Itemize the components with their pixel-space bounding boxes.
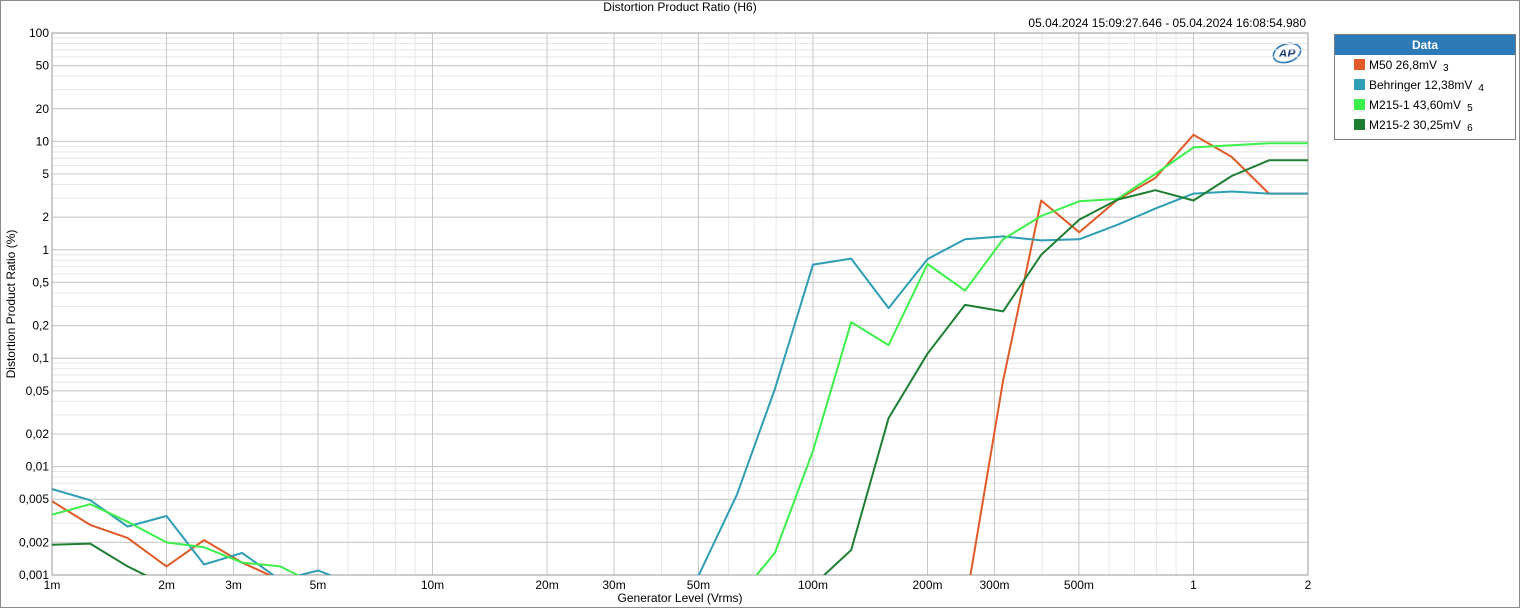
legend-index-m215-1: 5 [1467, 103, 1473, 114]
legend-swatch-m215-2 [1354, 119, 1365, 130]
legend-index-m50: 3 [1443, 63, 1449, 74]
y-tick-label: 20 [36, 102, 50, 116]
series-line-m50 [52, 133, 1308, 575]
y-tick-label: 0,002 [19, 535, 49, 549]
y-axis-label: Distortion Product Ratio (%) [4, 230, 18, 379]
x-tick-label: 20m [535, 578, 558, 592]
y-tick-label: 1 [42, 243, 49, 257]
legend-item-m50[interactable]: M50 26,8mV 3 [1335, 55, 1515, 75]
y-tick-label: 0,005 [19, 492, 49, 506]
legend-swatch-behringer [1354, 79, 1365, 90]
legend-header: Data [1335, 35, 1515, 55]
y-tick-labels: 100 50 20 10 5 2 1 0,5 0,2 0,1 0,05 0,02 0,01 0,005 0,… [19, 26, 49, 582]
y-tick-label: 0,5 [32, 275, 49, 289]
legend[interactable]: Data M50 26,8mV 3 Behringer 12,38mV 4 M215… [1334, 34, 1516, 140]
x-tick-label: 30m [602, 578, 625, 592]
series-layer [52, 133, 1308, 575]
y-tick-label: 100 [29, 26, 49, 40]
y-tick-label: 5 [42, 167, 49, 181]
x-tick-label: 2m [158, 578, 175, 592]
y-tick-label: 0,02 [26, 427, 50, 441]
legend-item-m215-1[interactable]: M215-1 43,60mV 5 [1335, 95, 1515, 115]
legend-label-m215-1: M215-1 43,60mV [1369, 98, 1462, 112]
x-tick-label: 1 [1190, 578, 1197, 592]
y-tick-label: 0,001 [19, 568, 49, 582]
y-tick-label: 0,01 [26, 460, 50, 474]
plot-border [51, 32, 1309, 576]
legend-label-behringer: Behringer 12,38mV [1369, 78, 1473, 92]
legend-item-m215-2[interactable]: M215-2 30,25mV 6 [1335, 115, 1515, 135]
legend-swatch-m50 [1354, 59, 1365, 70]
plot-area[interactable]: 1m 2m 3m 5m 10m 20m 30m 50m 100m 200m 300m 500m 1 2 1… [0, 0, 1330, 608]
x-tick-label: 50m [687, 578, 710, 592]
x-tick-label: 5m [310, 578, 327, 592]
legend-index-m215-2: 6 [1467, 123, 1473, 134]
x-tick-label: 2 [1305, 578, 1312, 592]
legend-label-m215-2: M215-2 30,25mV [1369, 118, 1462, 132]
y-tick-label: 0,2 [32, 319, 49, 333]
legend-index-behringer: 4 [1478, 83, 1484, 94]
legend-item-behringer[interactable]: Behringer 12,38mV 4 [1335, 75, 1515, 95]
x-tick-labels: 1m 2m 3m 5m 10m 20m 30m 50m 100m 200m 300m 500m 1 2 [44, 578, 1312, 592]
y-tick-label: 0,1 [32, 351, 49, 365]
x-tick-label: 3m [225, 578, 242, 592]
x-tick-label: 500m [1064, 578, 1094, 592]
x-tick-label: 200m [912, 578, 942, 592]
legend-label-m50: M50 26,8mV [1369, 58, 1438, 72]
y-tick-label: 10 [36, 134, 50, 148]
x-axis-label: Generator Level (Vrms) [618, 591, 743, 605]
major-gridlines [51, 32, 1309, 576]
y-tick-label: 2 [42, 210, 49, 224]
x-tick-label: 100m [798, 578, 828, 592]
minor-gridlines [51, 33, 1309, 576]
y-tick-label: 50 [36, 59, 50, 73]
x-tick-label: 300m [979, 578, 1009, 592]
y-tick-label: 0,05 [26, 384, 50, 398]
legend-swatch-m215-1 [1354, 99, 1365, 110]
x-tick-label: 10m [421, 578, 444, 592]
series-line-behringer [52, 190, 1308, 575]
series-line-m215-1 [52, 142, 1308, 575]
